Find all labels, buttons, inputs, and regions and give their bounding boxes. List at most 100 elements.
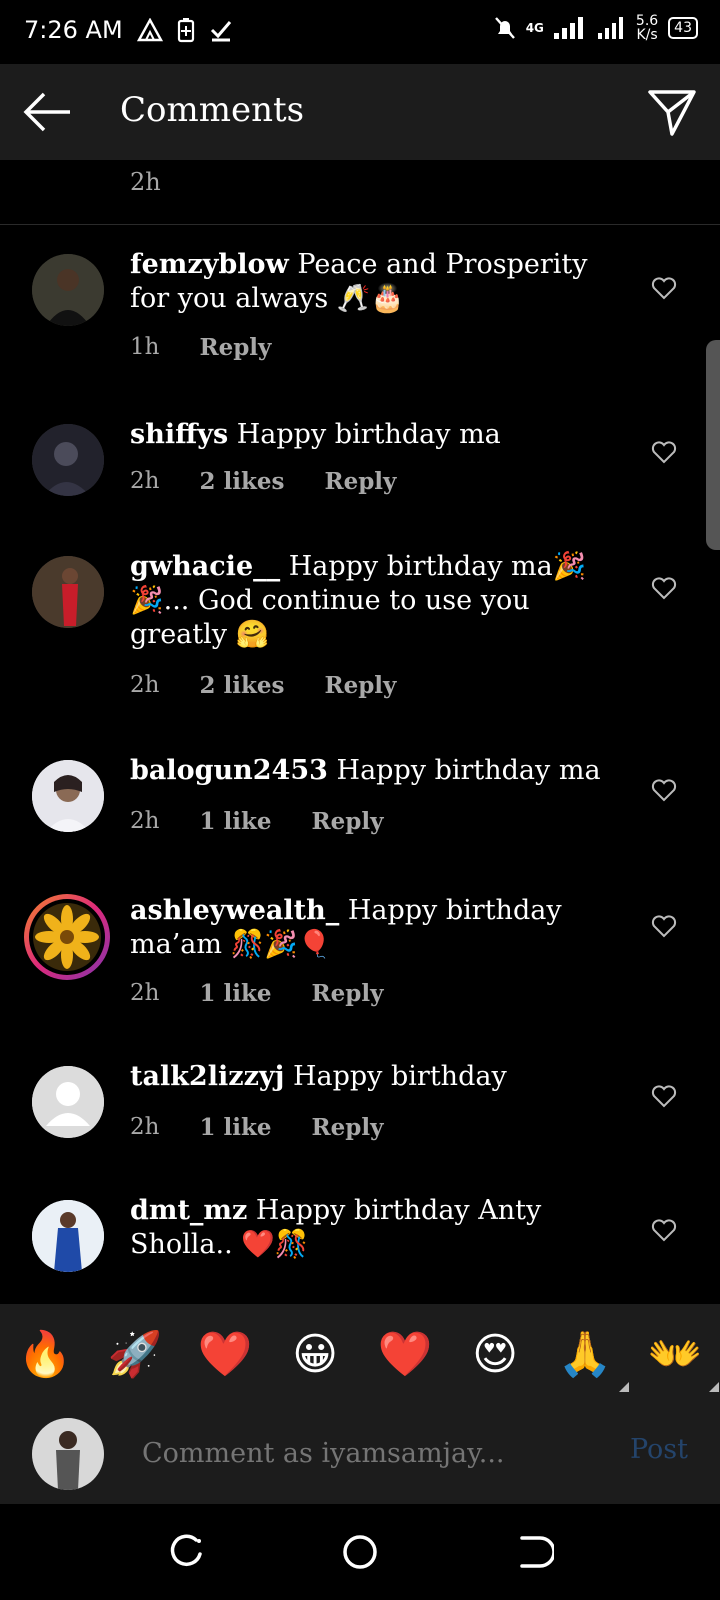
emoji-rocket[interactable]: 🚀 — [95, 1328, 175, 1380]
emoji-heart[interactable]: ❤️ — [185, 1328, 265, 1380]
comment-time: 2h — [130, 1114, 160, 1140]
comment-username[interactable]: shiffys — [130, 419, 228, 450]
divider — [0, 224, 720, 225]
likes-count[interactable]: 1 like — [199, 808, 271, 835]
comment-username[interactable]: dmt_mz — [130, 1195, 247, 1226]
signal-icon — [553, 17, 583, 39]
heart-icon[interactable] — [650, 1082, 678, 1110]
network-type: 4G — [525, 21, 544, 35]
heart-icon[interactable] — [650, 438, 678, 466]
emoji-open-hands[interactable]: 👐 — [635, 1328, 719, 1392]
heart-icon[interactable] — [650, 574, 678, 602]
avatar-image — [33, 903, 101, 971]
avatar[interactable] — [32, 556, 104, 628]
recents-icon[interactable] — [166, 1532, 206, 1572]
comment-username[interactable]: gwhacie__ — [130, 551, 280, 582]
likes-count[interactable]: 2 likes — [199, 468, 284, 495]
variant-indicator — [709, 1382, 719, 1392]
avatar[interactable] — [32, 1066, 104, 1138]
heart-icon[interactable] — [650, 1216, 678, 1244]
comment-text: Happy birthday ma — [236, 419, 501, 450]
comment-body: dmt_mz Happy birthday Anty Sholla.. ❤️🎊 — [130, 1194, 630, 1262]
comments-list[interactable]: 2h femzyblow Peace and Prosperity for yo… — [0, 160, 720, 1304]
comment-text: Happy birthday — [292, 1061, 507, 1092]
default-avatar-icon — [32, 1066, 104, 1138]
comment-username[interactable]: balogun2453 — [130, 755, 328, 786]
comment-body: talk2lizzyj Happy birthday — [130, 1060, 630, 1094]
system-nav-bar — [0, 1504, 720, 1600]
variant-indicator — [619, 1382, 629, 1392]
post-button[interactable]: Post — [630, 1434, 688, 1465]
comment-meta: 2h 2 likes Reply — [130, 672, 396, 699]
comment-username[interactable]: ashleywealth_ — [130, 895, 339, 926]
comment-body: shiffys Happy birthday ma — [130, 418, 630, 452]
status-time: 7:26 AM — [24, 16, 123, 44]
comment-time: 2h — [130, 980, 160, 1006]
avatar-image — [32, 254, 104, 326]
back-arrow-icon[interactable] — [22, 90, 74, 134]
emoji-pray[interactable]: 🙏 — [545, 1328, 629, 1392]
network-speed-unit: K/s — [636, 27, 658, 43]
comment-meta: 1h Reply — [130, 334, 271, 361]
avatar[interactable] — [32, 760, 104, 832]
comment-meta: 2h 2 likes Reply — [130, 468, 396, 495]
comment-time: 1h — [130, 334, 160, 360]
comment-body: ashleywealth_ Happy birthday ma’am 🎊🎉🎈 — [130, 894, 630, 962]
comment-body: balogun2453 Happy birthday ma — [130, 754, 630, 788]
comment-meta: 2h 1 like Reply — [130, 1114, 383, 1141]
avatar[interactable] — [32, 1200, 104, 1272]
emoji-heart-2[interactable]: ❤️ — [365, 1328, 445, 1380]
home-icon[interactable] — [340, 1532, 380, 1572]
emoji-pray-glyph: 🙏 — [557, 1329, 613, 1380]
previous-comment-time: 2h — [130, 168, 161, 196]
emoji-reaction-bar: 🔥 🚀 ❤️ 😀 ❤️ 😍 🙏 👐 — [0, 1304, 720, 1404]
comment-body: femzyblow Peace and Prosperity for you a… — [130, 248, 630, 316]
battery-level: 43 — [668, 17, 698, 39]
avatar[interactable] — [32, 424, 104, 496]
reply-button[interactable]: Reply — [312, 980, 384, 1007]
emoji-fire[interactable]: 🔥 — [5, 1328, 85, 1380]
comment-time: 2h — [130, 468, 160, 494]
mute-bell-icon — [494, 17, 515, 39]
emoji-heart-eyes[interactable]: 😍 — [455, 1329, 535, 1380]
avatar-image — [32, 1200, 104, 1272]
comment-username[interactable]: femzyblow — [130, 249, 289, 280]
avatar-image — [32, 424, 104, 496]
heart-icon[interactable] — [650, 274, 678, 302]
emoji-grinning[interactable]: 😀 — [275, 1329, 355, 1380]
heart-icon[interactable] — [650, 776, 678, 804]
reply-button[interactable]: Reply — [312, 808, 384, 835]
app-bar: Comments — [0, 64, 720, 160]
comment-composer: Post — [0, 1404, 720, 1504]
check-icon — [210, 21, 231, 42]
avatar[interactable] — [32, 254, 104, 326]
send-icon[interactable] — [646, 86, 698, 138]
network-speed-value: 5.6 — [635, 13, 659, 29]
comment-meta: 2h 1 like Reply — [130, 980, 383, 1007]
signal-icon-secondary — [597, 17, 623, 39]
reply-button[interactable]: Reply — [312, 1114, 384, 1141]
reply-button[interactable]: Reply — [324, 468, 396, 495]
likes-count[interactable]: 1 like — [199, 1114, 271, 1141]
status-bar: 7:26 AM 4G 5.6 K/s 43 — [0, 0, 720, 64]
back-nav-icon[interactable] — [514, 1532, 554, 1572]
comment-body: gwhacie__ Happy birthday ma🎉🎉... God con… — [130, 550, 630, 652]
alert-triangle-icon — [136, 18, 163, 42]
reply-button[interactable]: Reply — [199, 334, 271, 361]
avatar-story-ring[interactable] — [24, 894, 110, 980]
network-speed: 5.6 K/s — [636, 14, 658, 42]
avatar-image — [32, 760, 104, 832]
reply-button[interactable]: Reply — [324, 672, 396, 699]
heart-icon[interactable] — [650, 912, 678, 940]
battery-saver-icon — [177, 18, 194, 43]
comment-username[interactable]: talk2lizzyj — [130, 1061, 284, 1092]
comment-input[interactable] — [140, 1430, 624, 1476]
avatar-image — [32, 1418, 104, 1490]
page-title: Comments — [120, 90, 305, 130]
avatar-image — [32, 556, 104, 628]
likes-count[interactable]: 1 like — [199, 980, 271, 1007]
scrollbar-thumb[interactable] — [706, 340, 720, 550]
likes-count[interactable]: 2 likes — [199, 672, 284, 699]
comment-time: 2h — [130, 808, 160, 834]
comment-text: Happy birthday ma — [336, 755, 601, 786]
